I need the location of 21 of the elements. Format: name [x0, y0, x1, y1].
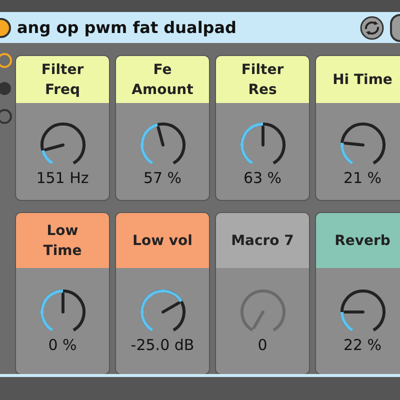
- macro-label: Fe Amount: [116, 56, 209, 103]
- randomize-icon[interactable]: [360, 16, 384, 40]
- macro-value: 151 Hz: [36, 169, 89, 187]
- macro-value: 0 %: [48, 336, 77, 354]
- macro-value: 0: [258, 336, 268, 354]
- macro-label: Low Time: [16, 213, 109, 268]
- macro-label: Filter Res: [216, 56, 309, 103]
- macro-label: Hi Time: [316, 56, 400, 103]
- macro-label: Reverb: [316, 213, 400, 268]
- circle-button-icon[interactable]: [0, 82, 11, 95]
- macro-value: 21 %: [343, 169, 382, 187]
- rack-title: ang op pwm fat dualpad: [17, 18, 238, 37]
- circle-button-icon[interactable]: [0, 109, 12, 124]
- macro-value: 22 %: [343, 336, 382, 354]
- macro-value: 57 %: [143, 169, 182, 187]
- macro-value: 63 %: [243, 169, 282, 187]
- ring-icon[interactable]: [0, 53, 12, 68]
- macro-value: -25.0 dB: [130, 336, 194, 354]
- macro-label: Low vol: [116, 213, 209, 268]
- macro-label: Macro 7: [216, 213, 309, 268]
- macro-label: Filter Freq: [16, 56, 109, 103]
